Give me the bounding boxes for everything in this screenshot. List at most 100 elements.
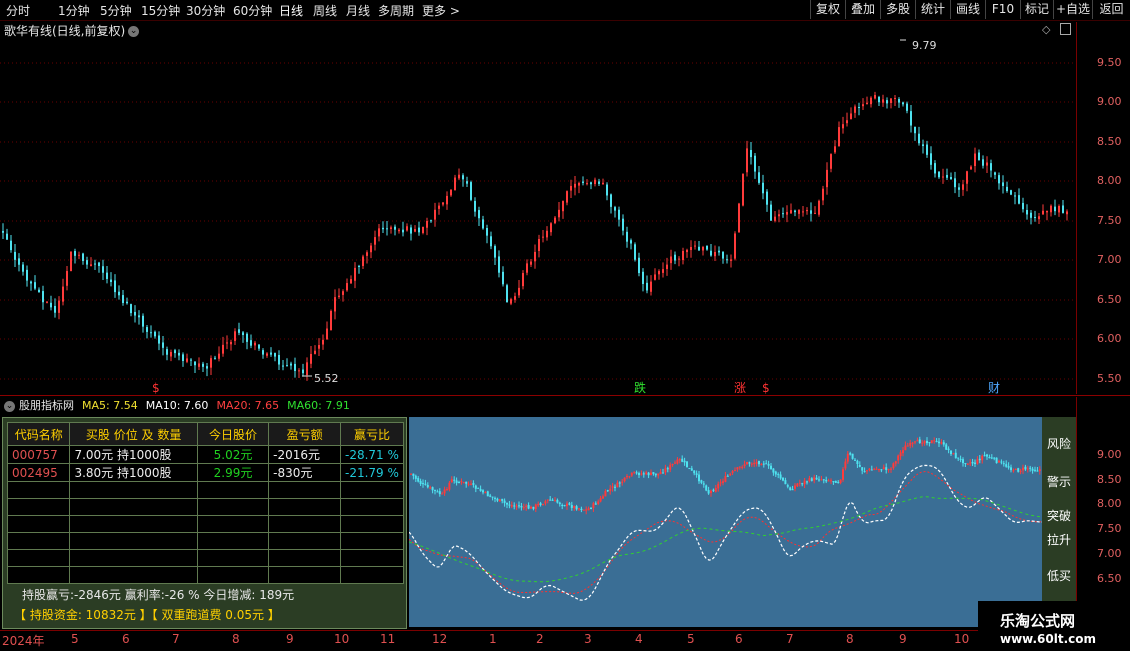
stock-code[interactable]: 000757 [6,445,71,464]
candle-body [978,152,980,161]
chevron-down-icon[interactable]: ⌄ [4,400,15,412]
table-row[interactable]: 000757 7.00元 持1000股 5.02元 -2016元 -28.71 … [6,445,405,464]
candle-body [550,223,552,233]
candle-body [501,498,504,501]
add-watchlist-button[interactable]: +自选 [1053,0,1092,19]
candle-body [539,503,542,505]
candle-body [818,479,820,481]
period-tab-fenshi[interactable]: 分时 [6,2,30,19]
candle-body [1042,210,1044,215]
f10-button[interactable]: F10 [985,0,1020,19]
candle-body [478,210,480,219]
period-tab-60min[interactable]: 60分钟 [233,2,272,19]
event-marker-rise[interactable]: 涨 [734,380,746,394]
table-row[interactable]: 002495 3.80元 持1000股 2.99元 -830元 -21.79 % [6,463,405,482]
ma60-line [409,496,1042,583]
candle-body [66,271,68,286]
period-tab-1min[interactable]: 1分钟 [58,2,90,19]
overlay-button[interactable]: 叠加 [845,0,880,19]
candle-body [14,251,16,260]
period-tab-15min[interactable]: 15分钟 [141,2,180,19]
candle-body [102,266,104,273]
draw-button[interactable]: 画线 [950,0,985,19]
candle-body [856,460,859,465]
candle-body [604,490,607,497]
event-marker-finance[interactable]: 财 [988,381,1000,394]
indicator-chart[interactable] [409,417,1042,627]
mark-button[interactable]: 标记 [1020,0,1053,19]
multi-stock-button[interactable]: 多股 [880,0,915,19]
candle-body [594,179,596,185]
period-tab-more[interactable]: 更多 > [422,2,460,19]
candle-body [945,444,948,450]
period-tab-daily[interactable]: 日线 [279,2,303,19]
candle-body [470,182,472,200]
candle-body [86,260,88,265]
candle-body [118,291,120,296]
buy-low-button[interactable]: 低买 [1042,567,1076,584]
risk-button[interactable]: 风险 [1042,435,1076,452]
candle-body [306,362,308,376]
candle-body [718,250,720,253]
candle-body [724,475,727,482]
candle-body [849,453,852,455]
date-tick: 12 [432,632,448,646]
candle-body [538,238,540,251]
candle-body [158,335,160,344]
candle-body [394,226,396,230]
event-marker-dividend-2[interactable]: $ [762,381,770,394]
candle-body [650,281,652,292]
stock-code[interactable]: 002495 [6,463,71,482]
period-tab-5min[interactable]: 5分钟 [100,2,132,19]
price-tick: 7.00 [1097,253,1122,266]
warning-button[interactable]: 警示 [1042,473,1076,490]
candle-body [1026,209,1028,215]
candle-body [286,365,288,367]
period-tab-weekly[interactable]: 周线 [313,2,337,19]
ma20-value: MA20: 7.65 [216,399,280,412]
candle-body [938,441,940,444]
candle-body [1034,469,1036,471]
current-price: 5.02元 [196,445,270,464]
candle-body [494,497,496,499]
candle-body [22,264,24,272]
candle-body [866,102,868,105]
breakout-button[interactable]: 突破 [1042,507,1076,524]
candle-body [954,178,956,188]
candle-body [182,354,184,361]
candle-body [892,463,895,469]
candle-body [682,250,684,261]
candlestick-chart[interactable]: 9.79 5.52 $ 跌 涨 $ 财 [0,22,1076,394]
period-tab-monthly[interactable]: 月线 [346,2,370,19]
candle-body [642,271,644,284]
candle-body [186,358,188,362]
ma60-value: MA60: 7.91 [287,399,350,412]
candle-body [1046,210,1048,213]
period-tab-30min[interactable]: 30分钟 [186,2,225,19]
candle-body [1036,470,1039,472]
candle-body [846,453,849,462]
candle-body [834,480,837,483]
candle-body [647,472,650,476]
adjust-button[interactable]: 复权 [810,0,845,19]
candle-body [190,359,192,361]
price-tick: 9.00 [1097,95,1122,108]
candle-body [930,440,933,444]
pullup-button[interactable]: 拉升 [1042,531,1076,548]
candle-body [736,467,739,470]
price-grid [0,62,1076,380]
period-tab-multi[interactable]: 多周期 [378,2,414,19]
back-button[interactable]: 返回 [1092,0,1130,19]
candle-body [916,440,919,442]
candle-body [743,464,746,467]
candle-body [738,466,741,468]
event-marker-fall[interactable]: 跌 [634,380,646,394]
candle-body [1007,466,1010,468]
candle-body [794,485,796,489]
candle-body [1019,470,1022,473]
ma5-value: MA5: 7.54 [82,399,138,412]
candle-body [854,459,856,461]
event-marker-dividend[interactable]: $ [152,381,160,394]
stats-button[interactable]: 统计 [915,0,950,19]
candle-body [983,455,986,457]
